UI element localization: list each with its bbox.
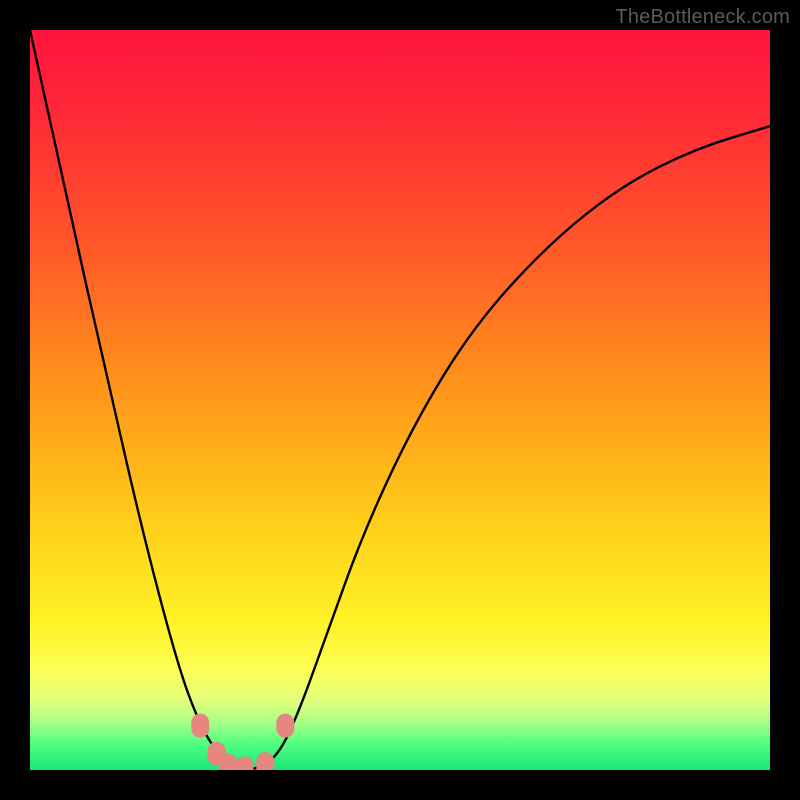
marker-point (276, 714, 294, 738)
chart-frame: TheBottleneck.com (0, 0, 800, 800)
bottleneck-curve (30, 30, 770, 769)
marker-point (236, 757, 254, 771)
highlight-markers (191, 714, 294, 770)
curve-layer (30, 30, 770, 770)
plot-area (30, 30, 770, 770)
marker-point (256, 752, 274, 770)
watermark-text: TheBottleneck.com (615, 6, 790, 29)
marker-point (191, 714, 209, 738)
